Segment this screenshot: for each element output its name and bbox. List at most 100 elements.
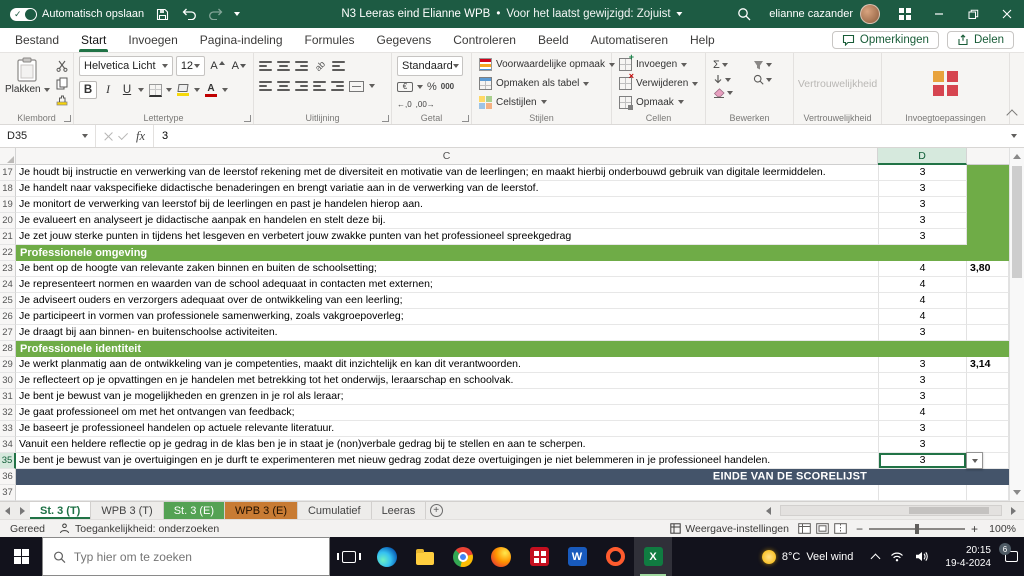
clear-button[interactable] — [713, 88, 747, 98]
close-button[interactable] — [990, 0, 1024, 28]
ribbon-tab-beeld[interactable]: Beeld — [527, 28, 580, 52]
delete-cells-button[interactable]: Verwijderen — [617, 75, 700, 93]
start-button[interactable] — [0, 537, 42, 576]
hscroll-left-icon[interactable] — [761, 507, 776, 515]
cell-d-29[interactable]: 3 — [878, 357, 967, 373]
fill-button[interactable] — [713, 74, 747, 85]
decrease-indent-icon[interactable] — [313, 81, 326, 91]
cell-d-23[interactable]: 4 — [878, 261, 967, 277]
format-cells-button[interactable]: Opmaak — [617, 93, 700, 111]
cell-d-33[interactable]: 3 — [878, 421, 967, 437]
search-icon[interactable] — [727, 0, 761, 28]
align-center-icon[interactable] — [277, 81, 290, 91]
comments-button[interactable]: Opmerkingen — [832, 31, 939, 49]
row-header-28[interactable]: 28 — [0, 341, 16, 357]
wifi-icon[interactable] — [890, 551, 904, 562]
scroll-up-icon[interactable] — [1010, 149, 1024, 164]
cell-d-21[interactable]: 3 — [878, 229, 967, 245]
row-header-34[interactable]: 34 — [0, 437, 16, 453]
view-settings-button[interactable]: Weergave-instellingen — [670, 523, 789, 535]
wrap-text-icon[interactable] — [332, 61, 345, 71]
explorer-icon[interactable] — [406, 537, 444, 576]
horizontal-scroll-thumb[interactable] — [909, 507, 989, 514]
zoom-out-icon[interactable]: − — [856, 522, 863, 536]
save-icon[interactable] — [153, 5, 171, 23]
cell-e-29[interactable]: 3,14 — [967, 357, 1009, 373]
conditional-formatting-button[interactable]: Voorwaardelijke opmaak — [477, 56, 606, 74]
cell-d-27[interactable]: 3 — [878, 325, 967, 341]
row-header-19[interactable]: 19 — [0, 197, 16, 213]
sort-filter-button[interactable] — [753, 59, 787, 71]
opera-icon[interactable] — [596, 537, 634, 576]
cell-c-33[interactable]: Je baseert je professioneel handelen op … — [16, 421, 878, 437]
borders-icon[interactable] — [147, 81, 163, 99]
ribbon-tab-formules[interactable]: Formules — [294, 28, 366, 52]
grow-font-icon[interactable]: A — [208, 60, 226, 72]
task-view-icon[interactable] — [330, 537, 368, 576]
row-header-21[interactable]: 21 — [0, 229, 16, 245]
cell-e-26[interactable] — [967, 309, 1009, 325]
addins-icon[interactable] — [933, 71, 959, 97]
zoom-slider[interactable] — [869, 528, 965, 530]
clipboard-dialog-launcher[interactable] — [64, 115, 71, 122]
normal-view-icon[interactable] — [798, 523, 811, 534]
cell-c-29[interactable]: Je werkt planmatig aan de ontwikkeling v… — [16, 357, 878, 373]
cell-e-25[interactable] — [967, 293, 1009, 309]
cell-d-25[interactable]: 4 — [878, 293, 967, 309]
minimize-button[interactable] — [922, 0, 956, 28]
word-icon[interactable] — [558, 537, 596, 576]
row-header-20[interactable]: 20 — [0, 213, 16, 229]
cell-c-31[interactable]: Je bent je bewust van je mogelijkheden e… — [16, 389, 878, 405]
cell-e-23[interactable]: 3,80 — [967, 261, 1009, 277]
select-all-corner[interactable] — [0, 148, 16, 165]
weather-widget[interactable]: 8°C Veel wind — [752, 550, 864, 564]
action-center-button[interactable]: 6 — [998, 551, 1024, 562]
find-select-button[interactable] — [753, 74, 787, 85]
cut-icon[interactable] — [54, 59, 70, 73]
row-header-26[interactable]: 26 — [0, 309, 16, 325]
ribbon-tab-controleren[interactable]: Controleren — [442, 28, 527, 52]
align-right-icon[interactable] — [295, 81, 308, 91]
row-header-36[interactable]: 36 — [0, 469, 16, 485]
tab-scroll-left-icon[interactable] — [0, 502, 15, 519]
row-header-17[interactable]: 17 — [0, 165, 16, 181]
cell-e-31[interactable] — [967, 389, 1009, 405]
row-header-30[interactable]: 30 — [0, 373, 16, 389]
ribbon-tab-pagina-indeling[interactable]: Pagina-indeling — [189, 28, 294, 52]
cell-c-26[interactable]: Je participeert in vormen van profession… — [16, 309, 878, 325]
number-dialog-launcher[interactable] — [462, 115, 469, 122]
chrome-icon[interactable] — [444, 537, 482, 576]
formula-input[interactable]: 3 — [154, 125, 1004, 147]
sheet-tab-wpb-3-e[interactable]: WPB 3 (E) — [225, 502, 298, 519]
cell-e-21[interactable] — [967, 229, 1009, 245]
currency-icon[interactable]: € — [397, 82, 413, 92]
zoom-in-icon[interactable]: + — [971, 522, 978, 536]
row-header-31[interactable]: 31 — [0, 389, 16, 405]
page-layout-view-icon[interactable] — [816, 523, 829, 534]
number-format-combo[interactable]: Standaard — [397, 56, 463, 76]
horizontal-scrollbar[interactable] — [780, 505, 1002, 516]
cell-c-35[interactable]: Je bent je bewust van je overtuigingen e… — [16, 453, 878, 469]
ribbon-tab-gegevens[interactable]: Gegevens — [366, 28, 443, 52]
italic-button[interactable]: I — [100, 81, 116, 99]
increase-indent-icon[interactable] — [331, 81, 344, 91]
bold-button[interactable]: B — [79, 81, 97, 99]
cell-e-27[interactable] — [967, 325, 1009, 341]
apps-grid-icon[interactable] — [888, 0, 922, 28]
orientation-icon[interactable] — [312, 58, 329, 75]
row-header-29[interactable]: 29 — [0, 357, 16, 373]
sheet-tab-leeras[interactable]: Leeras — [372, 502, 427, 519]
row-header-18[interactable]: 18 — [0, 181, 16, 197]
cell-e-19[interactable] — [967, 197, 1009, 213]
format-painter-icon[interactable] — [54, 93, 70, 107]
column-header-e[interactable] — [967, 148, 1009, 165]
font-color-caret-icon[interactable] — [222, 88, 228, 92]
font-color-icon[interactable]: A — [203, 81, 219, 99]
cell-c-27[interactable]: Je draagt bij aan binnen- en buitenschoo… — [16, 325, 878, 341]
cell-d-24[interactable]: 4 — [878, 277, 967, 293]
enter-icon[interactable] — [118, 130, 128, 140]
ribbon-tab-start[interactable]: Start — [70, 28, 117, 52]
underline-button[interactable]: U — [119, 81, 135, 99]
hscroll-right-icon[interactable] — [1006, 507, 1021, 515]
zoom-level[interactable]: 100% — [984, 523, 1016, 535]
